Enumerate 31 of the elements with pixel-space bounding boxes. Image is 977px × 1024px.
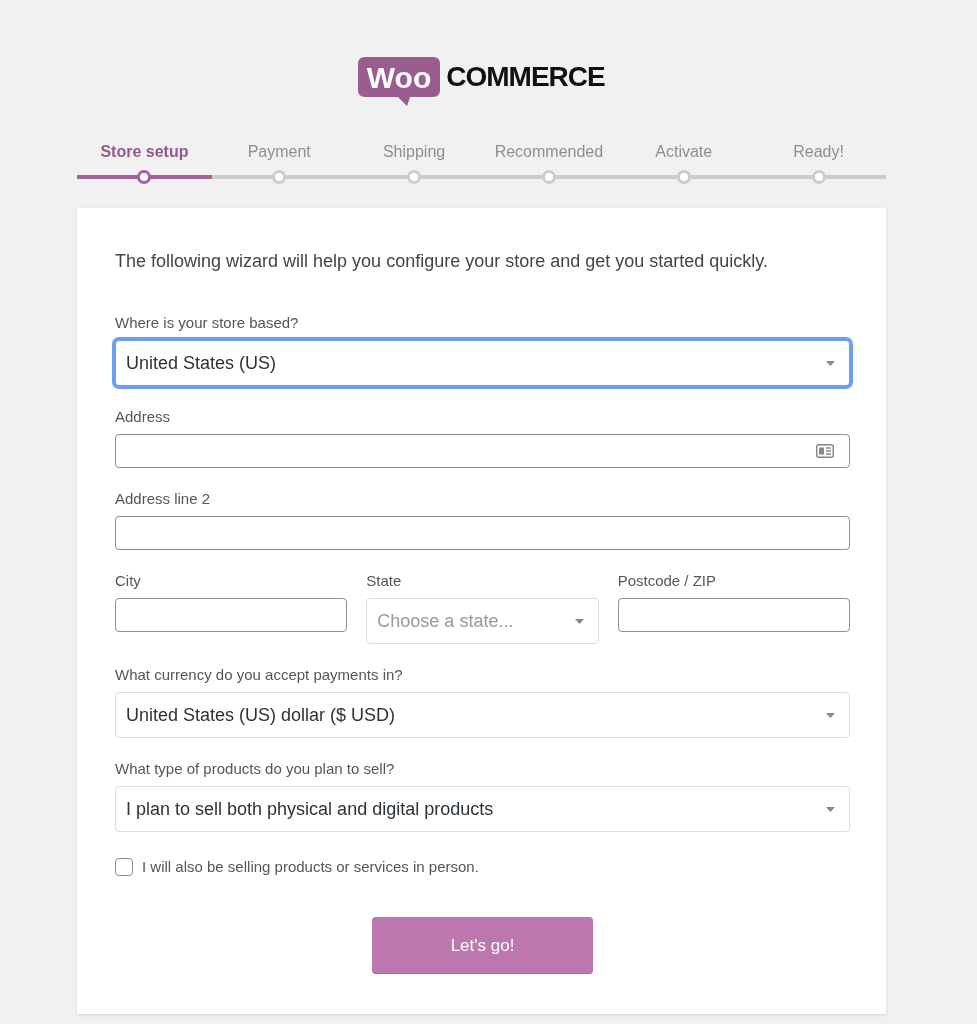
field-label: State bbox=[366, 572, 403, 590]
step-label: Store setup bbox=[100, 142, 189, 162]
checkbox-label: I will also be selling products or services in person. bbox=[142, 858, 479, 876]
dropdown-field[interactable]: I plan to sell both physical and digital products bbox=[115, 786, 850, 832]
dropdown-field[interactable]: United States (US) bbox=[115, 340, 850, 386]
field-label: Where is your store based? bbox=[115, 314, 300, 332]
caret-icon bbox=[826, 360, 835, 366]
dropdown-field[interactable]: United States (US) dollar ($ USD) bbox=[115, 692, 850, 738]
field-label: What currency do you accept payments in? bbox=[115, 666, 404, 684]
input-field[interactable] bbox=[115, 598, 348, 632]
caret-icon bbox=[574, 618, 584, 624]
logo-badge: Woo bbox=[358, 57, 441, 107]
input-field[interactable] bbox=[617, 598, 850, 632]
step-label: Ready! bbox=[793, 142, 844, 162]
input-field[interactable] bbox=[115, 516, 850, 550]
caret-icon bbox=[826, 806, 835, 812]
field-label: What type of products do you plan to sell? bbox=[115, 760, 396, 778]
contact-card-icon bbox=[816, 444, 834, 458]
field-label: Address bbox=[115, 408, 172, 426]
step-label: Activate bbox=[655, 142, 713, 162]
caret-icon bbox=[826, 712, 835, 718]
input-field[interactable] bbox=[115, 434, 850, 468]
field-label: Address line 2 bbox=[115, 490, 212, 508]
logo-wordmark: COMMERCE bbox=[446, 60, 605, 94]
step-label: Payment bbox=[247, 142, 311, 162]
checkbox[interactable] bbox=[115, 858, 133, 876]
step-label: Shipping bbox=[382, 142, 446, 162]
field-label: Postcode / ZIP bbox=[617, 572, 718, 590]
intro-text: The following wizard will help you configure your store and get you started quickly. bbox=[115, 250, 769, 272]
field-label: City bbox=[115, 572, 142, 590]
step-label: Recommended bbox=[494, 142, 604, 162]
